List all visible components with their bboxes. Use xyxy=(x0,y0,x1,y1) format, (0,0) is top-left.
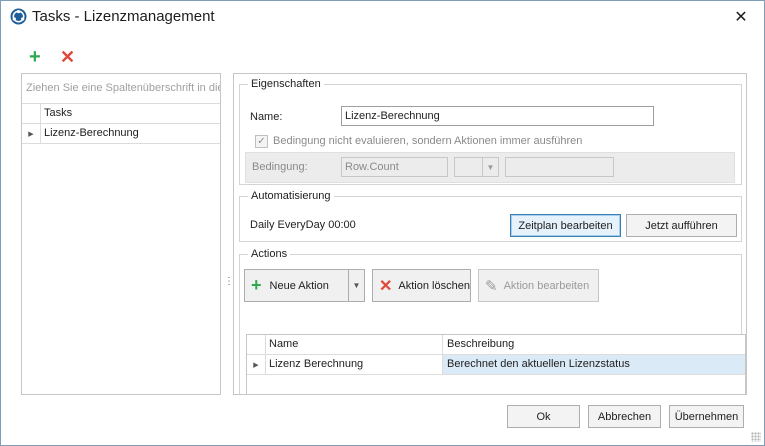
action-description-cell[interactable]: Berechnet den aktuellen Lizenzstatus xyxy=(443,355,745,374)
column-header-tasks[interactable]: Tasks xyxy=(41,104,75,123)
edit-action-label: Aktion bearbeiten xyxy=(503,279,590,292)
task-grid: Ziehen Sie eine Spaltenüberschrift in di… xyxy=(21,73,221,395)
tasks-dialog: Tasks - Lizenzmanagement ✕ + ✕ Ziehen Si… xyxy=(0,0,765,446)
cancel-button[interactable]: Abbrechen xyxy=(588,405,661,428)
chevron-down-icon: ▼ xyxy=(352,281,361,290)
plus-icon[interactable]: + xyxy=(29,47,41,67)
action-name-cell[interactable]: Lizenz Berechnung xyxy=(266,355,443,374)
edit-schedule-button[interactable]: Zeitplan bearbeiten xyxy=(510,214,621,237)
title-bar: Tasks - Lizenzmanagement ✕ xyxy=(1,1,764,33)
actions-table: Name Beschreibung ▶ Lizenz Berechnung Be… xyxy=(246,334,746,394)
group-panel-hint[interactable]: Ziehen Sie eine Spaltenüberschrift in di… xyxy=(22,74,220,104)
always-run-label: Bedingung nicht evaluieren, sondern Akti… xyxy=(273,135,583,147)
task-details-panel: Eigenschaften Name: Lizenz-Berechnung ✓ … xyxy=(233,73,747,395)
column-header-description[interactable]: Beschreibung xyxy=(443,335,745,354)
name-field[interactable]: Lizenz-Berechnung xyxy=(341,106,654,126)
delete-action-label: Aktion löschen xyxy=(398,279,470,292)
window-title: Tasks - Lizenzmanagement xyxy=(32,8,215,25)
new-action-dropdown[interactable]: ▼ xyxy=(348,269,365,302)
ok-button[interactable]: Ok xyxy=(507,405,580,428)
automation-legend: Automatisierung xyxy=(251,190,331,202)
task-grid-header: Tasks xyxy=(22,104,220,124)
edit-icon: ✎ xyxy=(485,277,498,295)
schedule-text: Daily EveryDay 00:00 xyxy=(250,219,356,231)
row-indicator-arrow-icon[interactable]: ▶ xyxy=(247,355,266,374)
condition-row: Bedingung: Row.Count ▼ xyxy=(245,152,735,183)
always-run-checkbox[interactable]: ✓ xyxy=(255,135,268,148)
automation-group: Automatisierung Daily EveryDay 00:00 Zei… xyxy=(239,190,742,242)
row-indicator-header xyxy=(247,335,266,354)
table-row[interactable]: ▶ Lizenz Berechnung Berechnet den aktuel… xyxy=(247,355,745,375)
actions-table-header: Name Beschreibung xyxy=(247,335,745,355)
chevron-down-icon[interactable]: ▼ xyxy=(482,157,498,177)
actions-legend: Actions xyxy=(251,248,288,260)
actions-group: Actions + Neue Aktion ▼ ✕ Aktion löschen… xyxy=(239,248,746,394)
resize-grip[interactable] xyxy=(751,432,761,442)
app-logo-icon xyxy=(10,8,27,25)
row-indicator-header xyxy=(22,104,41,123)
dialog-body: + ✕ Ziehen Sie eine Spaltenüberschrift i… xyxy=(1,33,764,445)
name-label: Name: xyxy=(250,111,283,123)
condition-label: Bedingung: xyxy=(252,161,308,173)
delete-action-button[interactable]: ✕ Aktion löschen xyxy=(372,269,471,302)
condition-field[interactable]: Row.Count xyxy=(341,157,448,177)
new-action-button[interactable]: + Neue Aktion xyxy=(244,269,349,302)
close-button[interactable]: ✕ xyxy=(718,1,764,32)
expand-arrow-icon[interactable]: ▶ xyxy=(22,124,41,143)
plus-icon: + xyxy=(251,275,262,295)
splitter-grip[interactable]: ⋮ xyxy=(224,277,234,295)
comparison-field[interactable] xyxy=(505,157,614,177)
properties-legend: Eigenschaften xyxy=(251,78,321,90)
properties-group: Eigenschaften Name: Lizenz-Berechnung ✓ … xyxy=(239,78,742,185)
table-row[interactable]: ▶ Lizenz-Berechnung xyxy=(22,124,220,144)
delete-icon[interactable]: ✕ xyxy=(60,47,75,67)
run-now-button[interactable]: Jetzt aufführen xyxy=(626,214,737,237)
close-icon: ✕ xyxy=(734,8,748,26)
delete-icon: ✕ xyxy=(379,277,393,295)
apply-button[interactable]: Übernehmen xyxy=(669,405,744,428)
edit-action-button[interactable]: ✎ Aktion bearbeiten xyxy=(478,269,599,302)
task-name-cell[interactable]: Lizenz-Berechnung xyxy=(41,124,142,143)
new-action-label: Neue Aktion xyxy=(269,279,329,292)
column-header-name[interactable]: Name xyxy=(266,335,443,354)
